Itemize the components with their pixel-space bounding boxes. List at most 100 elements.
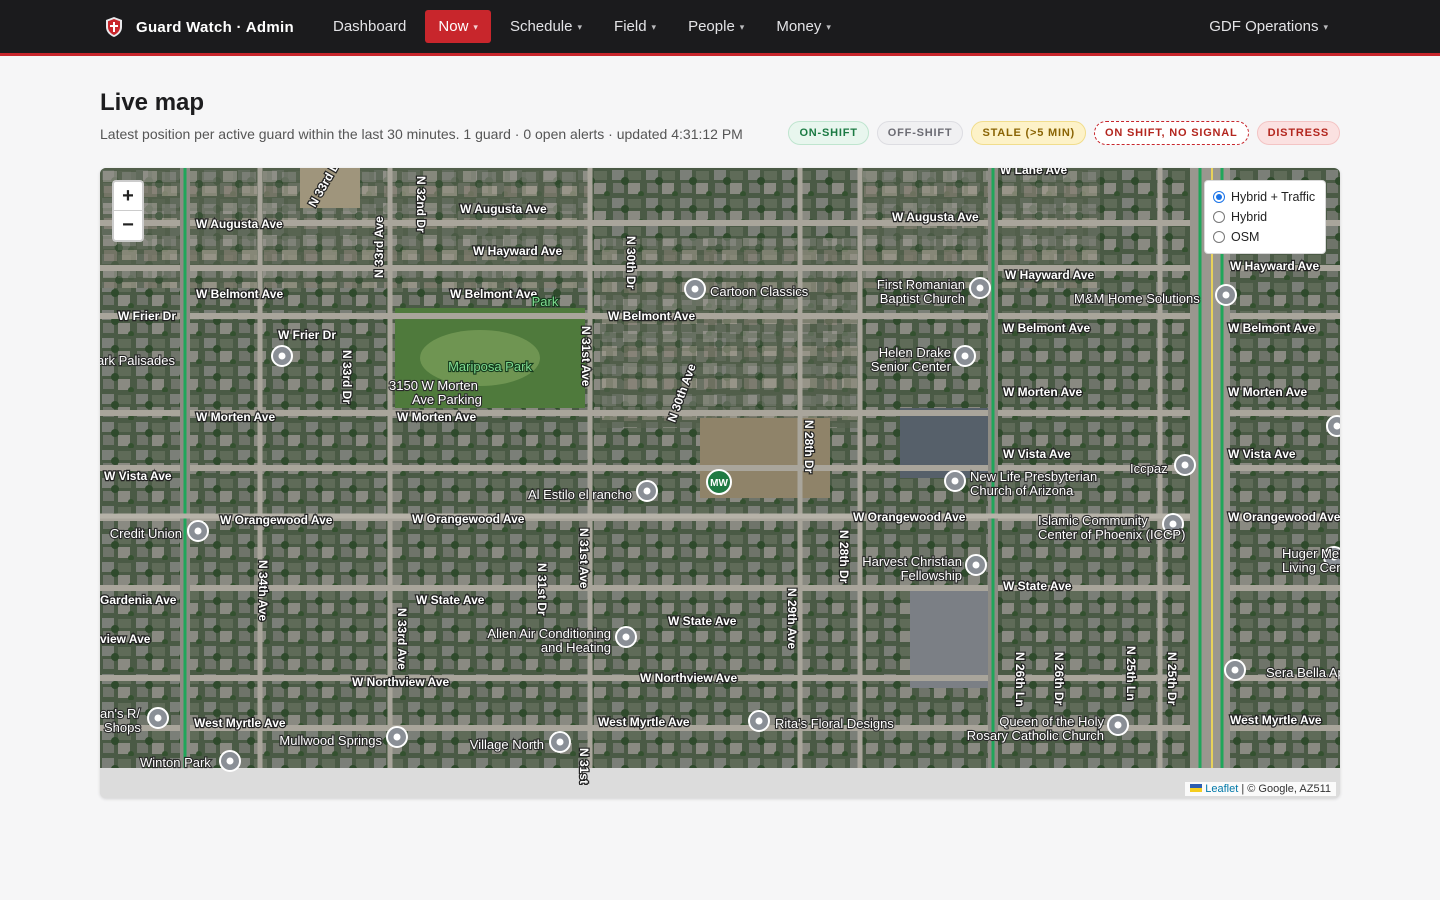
place-pin-icon[interactable] [1215,284,1237,306]
poi-label: Huger Mercy [1282,546,1340,561]
street-label: W Belmont Ave [196,287,283,301]
layer-radio[interactable] [1213,231,1225,243]
nav-item-dashboard[interactable]: Dashboard [320,10,419,43]
nav-item-label: Now [438,18,469,35]
layer-option-label: OSM [1231,230,1260,244]
org-switcher[interactable]: GDF Operations ▾ [1209,10,1328,43]
place-pin-icon[interactable] [219,750,241,772]
poi-label: Park Palisades [100,353,175,368]
layer-radio[interactable] [1213,211,1225,223]
place-pin-icon[interactable] [1326,415,1340,437]
poi-label: Living Center [1282,560,1340,575]
legend-no-signal: ON SHIFT, NO SIGNAL [1094,121,1249,145]
poi-label: Village North [470,737,544,752]
place-pin-icon[interactable] [271,345,293,367]
poi-label: Senior Center [871,359,952,374]
street-label: W Northview Ave [640,671,737,685]
place-pin-icon[interactable] [1107,714,1129,736]
attribution-text: | © Google, AZ511 [1241,783,1331,795]
place-pin-icon[interactable] [615,626,637,648]
live-map[interactable]: W Augusta Ave W Augusta Ave W Augusta Ave W… [100,168,1340,798]
street-label: N 25th Ln [1124,646,1138,701]
street-label: W Morten Ave [1228,385,1307,399]
place-pin-icon[interactable] [1174,454,1196,476]
chevron-down-icon: ▾ [577,22,583,32]
main-nav: Dashboard Now ▾ Schedule ▾ Field ▾ People ▾ Money… [320,10,850,43]
street-label: N 31st Ave [577,528,591,589]
layer-option[interactable]: Hybrid + Traffic [1213,187,1317,207]
place-pin-icon[interactable] [965,554,987,576]
poi-label: Baptist Church [880,291,965,306]
nav-item-now[interactable]: Now ▾ [425,10,491,43]
street-label: N 33rd Dr [340,350,354,404]
street-label: N 33rd Ave [372,216,386,278]
street-label: W Vista Ave [1228,447,1296,461]
guard-marker[interactable]: MW [706,469,732,495]
street-label: W Vista Ave [1003,447,1071,461]
street-label: N 31st Ave [579,326,593,387]
nav-item-money[interactable]: Money ▾ [763,10,844,43]
leaflet-link[interactable]: Leaflet [1205,783,1238,795]
poi-label: Winton Park [140,755,211,770]
park-label: Park [532,294,559,309]
place-pin-icon[interactable] [147,707,169,729]
satellite-map-tiles[interactable]: W Augusta Ave W Augusta Ave W Augusta Ave W… [100,168,1340,798]
layer-option[interactable]: OSM [1213,227,1317,247]
layer-radio[interactable] [1213,191,1225,203]
street-label: W Belmont Ave [608,309,695,323]
zoom-out-button[interactable]: − [114,211,142,240]
nav-item-label: Money [776,18,822,35]
chevron-down-icon: ▾ [473,22,478,32]
poi-label: Mullwood Springs [279,733,382,748]
street-label: W Frier Dr [118,309,176,323]
place-pin-icon[interactable] [187,520,209,542]
nav-item-people[interactable]: People ▾ [675,10,757,43]
shield-logo-icon [106,17,122,37]
street-label: W Belmont Ave [1003,321,1090,335]
place-pin-icon[interactable] [684,278,706,300]
park-label: Mariposa Park [448,359,532,374]
place-pin-icon[interactable] [969,277,991,299]
map-attribution: Leaflet | © Google, AZ511 [1185,782,1336,796]
street-label: N 34th Ave [256,560,270,621]
place-pin-icon[interactable] [636,480,658,502]
street-label: N 28th Dr [802,420,816,474]
place-pin-icon[interactable] [386,726,408,748]
street-label: W Belmont Ave [450,287,537,301]
layer-option-label: Hybrid + Traffic [1231,190,1316,204]
poi-label: Church of Arizona [970,483,1074,498]
place-pin-icon[interactable] [748,710,770,732]
street-label: W Hayward Ave [1230,259,1319,273]
zoom-in-button[interactable]: + [114,182,142,211]
street-label: West Myrtle Ave [194,716,286,730]
layer-switcher: Hybrid + Traffic Hybrid OSM [1204,180,1326,254]
street-label: West Myrtle Ave [598,715,690,729]
poi-label: Rosary Catholic Church [967,728,1104,743]
legend-stale: STALE (>5 MIN) [971,121,1087,145]
street-label: W Augusta Ave [196,217,283,231]
brand[interactable]: Guard Watch · Admin [104,16,294,38]
nav-item-label: Dashboard [333,18,407,35]
street-label: W Orangewood Ave [1228,510,1340,524]
street-label: N 28th Dr [837,530,851,584]
poi-label: M&M Home Solutions [1074,291,1200,306]
app-title: Guard Watch · Admin [136,18,294,36]
street-label: N 31st Dr [535,563,549,616]
poi-label: Shops [104,720,141,735]
layer-option[interactable]: Hybrid [1213,207,1317,227]
place-pin-icon[interactable] [1224,659,1246,681]
street-label: N 26th Dr [1052,652,1066,706]
place-pin-icon[interactable] [944,470,966,492]
poi-label: an's R/ [100,706,140,721]
place-pin-icon[interactable] [549,731,571,753]
layer-option-label: Hybrid [1231,210,1268,224]
poi-label: and Heating [541,640,611,655]
nav-item-schedule[interactable]: Schedule ▾ [497,10,595,43]
poi-label: 3150 W Morten [389,378,478,393]
poi-label: Alien Air Conditioning [487,626,611,641]
nav-item-field[interactable]: Field ▾ [601,10,669,43]
poi-label: Fellowship [901,568,962,583]
nav-item-label: People [688,18,735,35]
place-pin-icon[interactable] [954,345,976,367]
poi-label: Sera Bella Apa [1266,665,1340,680]
